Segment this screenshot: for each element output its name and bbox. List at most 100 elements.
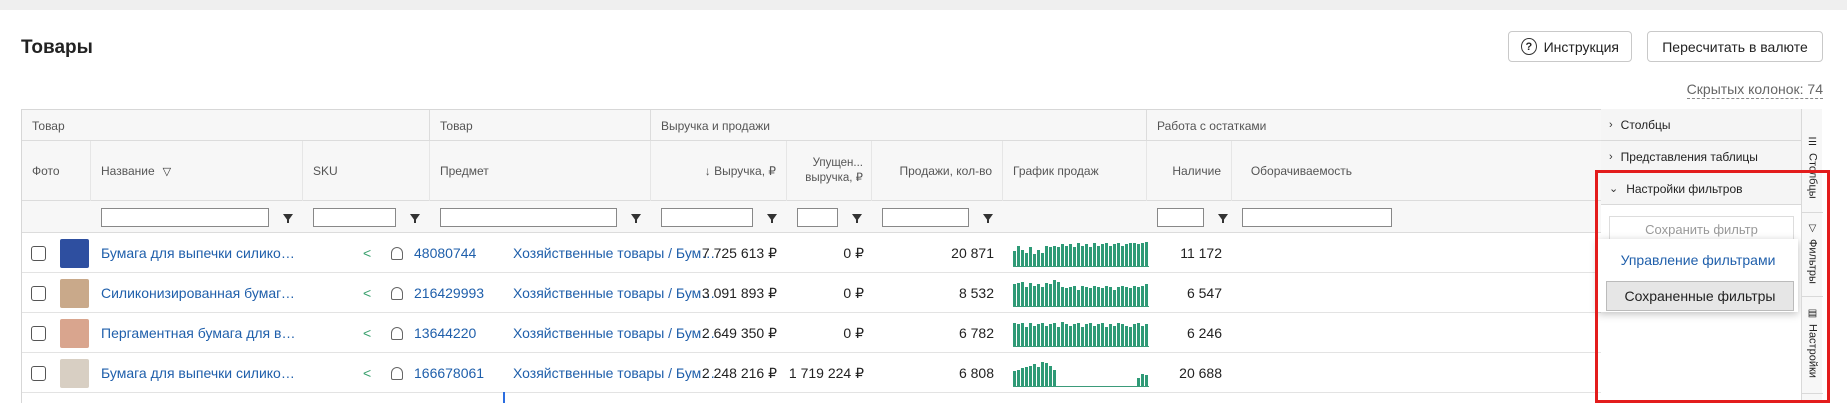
product-name-link[interactable]: Пергаментная бумага для выпеч... [101, 325, 297, 341]
subject-filter-input[interactable] [440, 207, 617, 227]
sparkline-bar [1013, 323, 1016, 346]
filter-icon[interactable] [983, 213, 993, 223]
products-table: Товар Товар Выручка и продажи Работа с о… [21, 109, 1604, 403]
share-icon[interactable]: < [363, 285, 371, 301]
filter-icon[interactable] [631, 213, 641, 223]
col-sku[interactable]: SKU [303, 141, 430, 201]
sku-link[interactable]: 13644220 [414, 325, 476, 341]
stock-filter-input[interactable] [1157, 207, 1204, 227]
panel-table-views[interactable]: › Представления таблицы [1601, 141, 1801, 173]
sparkline-bar [1137, 323, 1140, 346]
col-sales-chart[interactable]: График продаж [1003, 141, 1147, 201]
product-thumbnail[interactable] [60, 358, 89, 388]
bell-icon[interactable] [391, 366, 403, 380]
sparkline-bar [1081, 245, 1084, 266]
col-subject[interactable]: Предмет [430, 141, 651, 201]
sparkline-bar [1097, 245, 1100, 266]
sparkline-bar [1125, 325, 1128, 346]
row-checkbox[interactable] [31, 365, 46, 381]
filter-cell-name [91, 201, 293, 233]
sparkline-bar [1077, 243, 1080, 266]
sparkline-bar [1017, 369, 1020, 386]
col-lost-revenue[interactable]: Упущен... выручка, ₽ [787, 141, 872, 201]
sparkline-bar [1113, 244, 1116, 266]
filter-icon[interactable] [410, 213, 420, 223]
hidden-columns-link[interactable]: Скрытых колонок: 74 [1686, 81, 1823, 99]
col-sales-qty[interactable]: Продажи, кол-во [872, 141, 1003, 201]
name-filter-input[interactable] [101, 207, 269, 227]
sku-link[interactable]: 166678061 [414, 365, 484, 381]
sparkline-bar [1053, 245, 1056, 266]
sparkline-bar [1121, 324, 1124, 346]
product-name-link[interactable]: Бумага для выпечки силиконизи... [101, 365, 297, 381]
sparkline-bar [1141, 243, 1144, 266]
qty-filter-input[interactable] [882, 207, 969, 227]
col-stock[interactable]: Наличие [1147, 141, 1232, 201]
sparkline-bar [1073, 324, 1076, 346]
bell-icon[interactable] [391, 246, 403, 260]
sparkline-bar [1073, 247, 1076, 266]
panel-columns[interactable]: › Столбцы [1601, 109, 1801, 141]
share-icon[interactable]: < [363, 365, 371, 381]
product-thumbnail[interactable] [60, 278, 89, 308]
sparkline-bar [1081, 285, 1084, 306]
filter-cell-sku [303, 201, 420, 233]
table-row[interactable]: Пергаментная бумага для выпеч... < 13644… [22, 313, 1603, 353]
sparkline-bar [1021, 323, 1024, 346]
sparkline-bar [1033, 364, 1036, 386]
filter-icon[interactable] [1218, 213, 1228, 223]
share-icon[interactable]: < [363, 245, 371, 261]
sparkline-bar [1117, 287, 1120, 306]
sparkline-bar [1041, 252, 1044, 266]
filter-icon: ▽ [162, 165, 172, 178]
convert-currency-button[interactable]: Пересчитать в валюте [1647, 31, 1823, 62]
col-name-label: Название [101, 164, 155, 178]
table-row[interactable]: Силиконизированная бумага для... < 21642… [22, 273, 1603, 313]
turnover-filter-input[interactable] [1242, 207, 1392, 227]
product-thumbnail[interactable] [60, 318, 89, 348]
sparkline-bar [1105, 243, 1108, 266]
row-checkbox[interactable] [31, 285, 46, 301]
product-name-link[interactable]: Бумага для выпечки силиконизи... [101, 245, 297, 261]
sku-filter-input[interactable] [313, 207, 396, 227]
sparkline-bar [1041, 361, 1044, 386]
revenue-filter-input[interactable] [661, 207, 753, 227]
sparkline-bar [1097, 324, 1100, 346]
product-thumbnail[interactable] [60, 238, 89, 268]
sparkline-bar [1053, 323, 1056, 346]
filter-icon[interactable] [767, 213, 777, 223]
sparkline-bar [1021, 249, 1024, 266]
row-checkbox[interactable] [31, 325, 46, 341]
share-icon[interactable]: < [363, 325, 371, 341]
help-button[interactable]: ? Инструкция [1508, 31, 1632, 62]
sparkline-bar [1045, 363, 1048, 386]
col-photo[interactable]: Фото [22, 141, 91, 201]
table-row[interactable]: Бумага для выпечки силиконизи... < 48080… [22, 233, 1603, 273]
row-checkbox[interactable] [31, 245, 46, 261]
sparkline-bar [1053, 280, 1056, 306]
sparkline-bar [1109, 287, 1112, 306]
bell-icon[interactable] [391, 326, 403, 340]
filter-icon[interactable] [852, 213, 862, 223]
sku-link[interactable]: 48080744 [414, 245, 476, 261]
col-name[interactable]: Название ▽ [91, 141, 303, 201]
col-revenue[interactable]: ↓ Выручка, ₽ [651, 141, 787, 201]
sku-link[interactable]: 216429993 [414, 285, 484, 301]
sparkline-bar [1133, 243, 1136, 266]
sparkline-bar [1129, 243, 1132, 266]
col-turnover[interactable]: Оборачиваемость [1232, 141, 1362, 201]
sparkline-bar [1081, 327, 1084, 346]
sparkline-bar [1129, 288, 1132, 306]
sparkline-bar [1045, 283, 1048, 306]
sparkline-bar [1025, 252, 1028, 266]
filter-icon[interactable] [283, 213, 293, 223]
lost-revenue-filter-input[interactable] [797, 207, 838, 227]
sales-sparkline [1013, 239, 1149, 267]
table-row[interactable]: Бумага для выпечки силиконизи... < 16667… [22, 353, 1603, 393]
sparkline-bar [1069, 244, 1072, 266]
filter-row [22, 201, 1603, 233]
product-name-link[interactable]: Силиконизированная бумага для... [101, 285, 297, 301]
sparkline-bar [1029, 247, 1032, 266]
stock-value: 20 688 [1179, 365, 1222, 381]
bell-icon[interactable] [391, 286, 403, 300]
